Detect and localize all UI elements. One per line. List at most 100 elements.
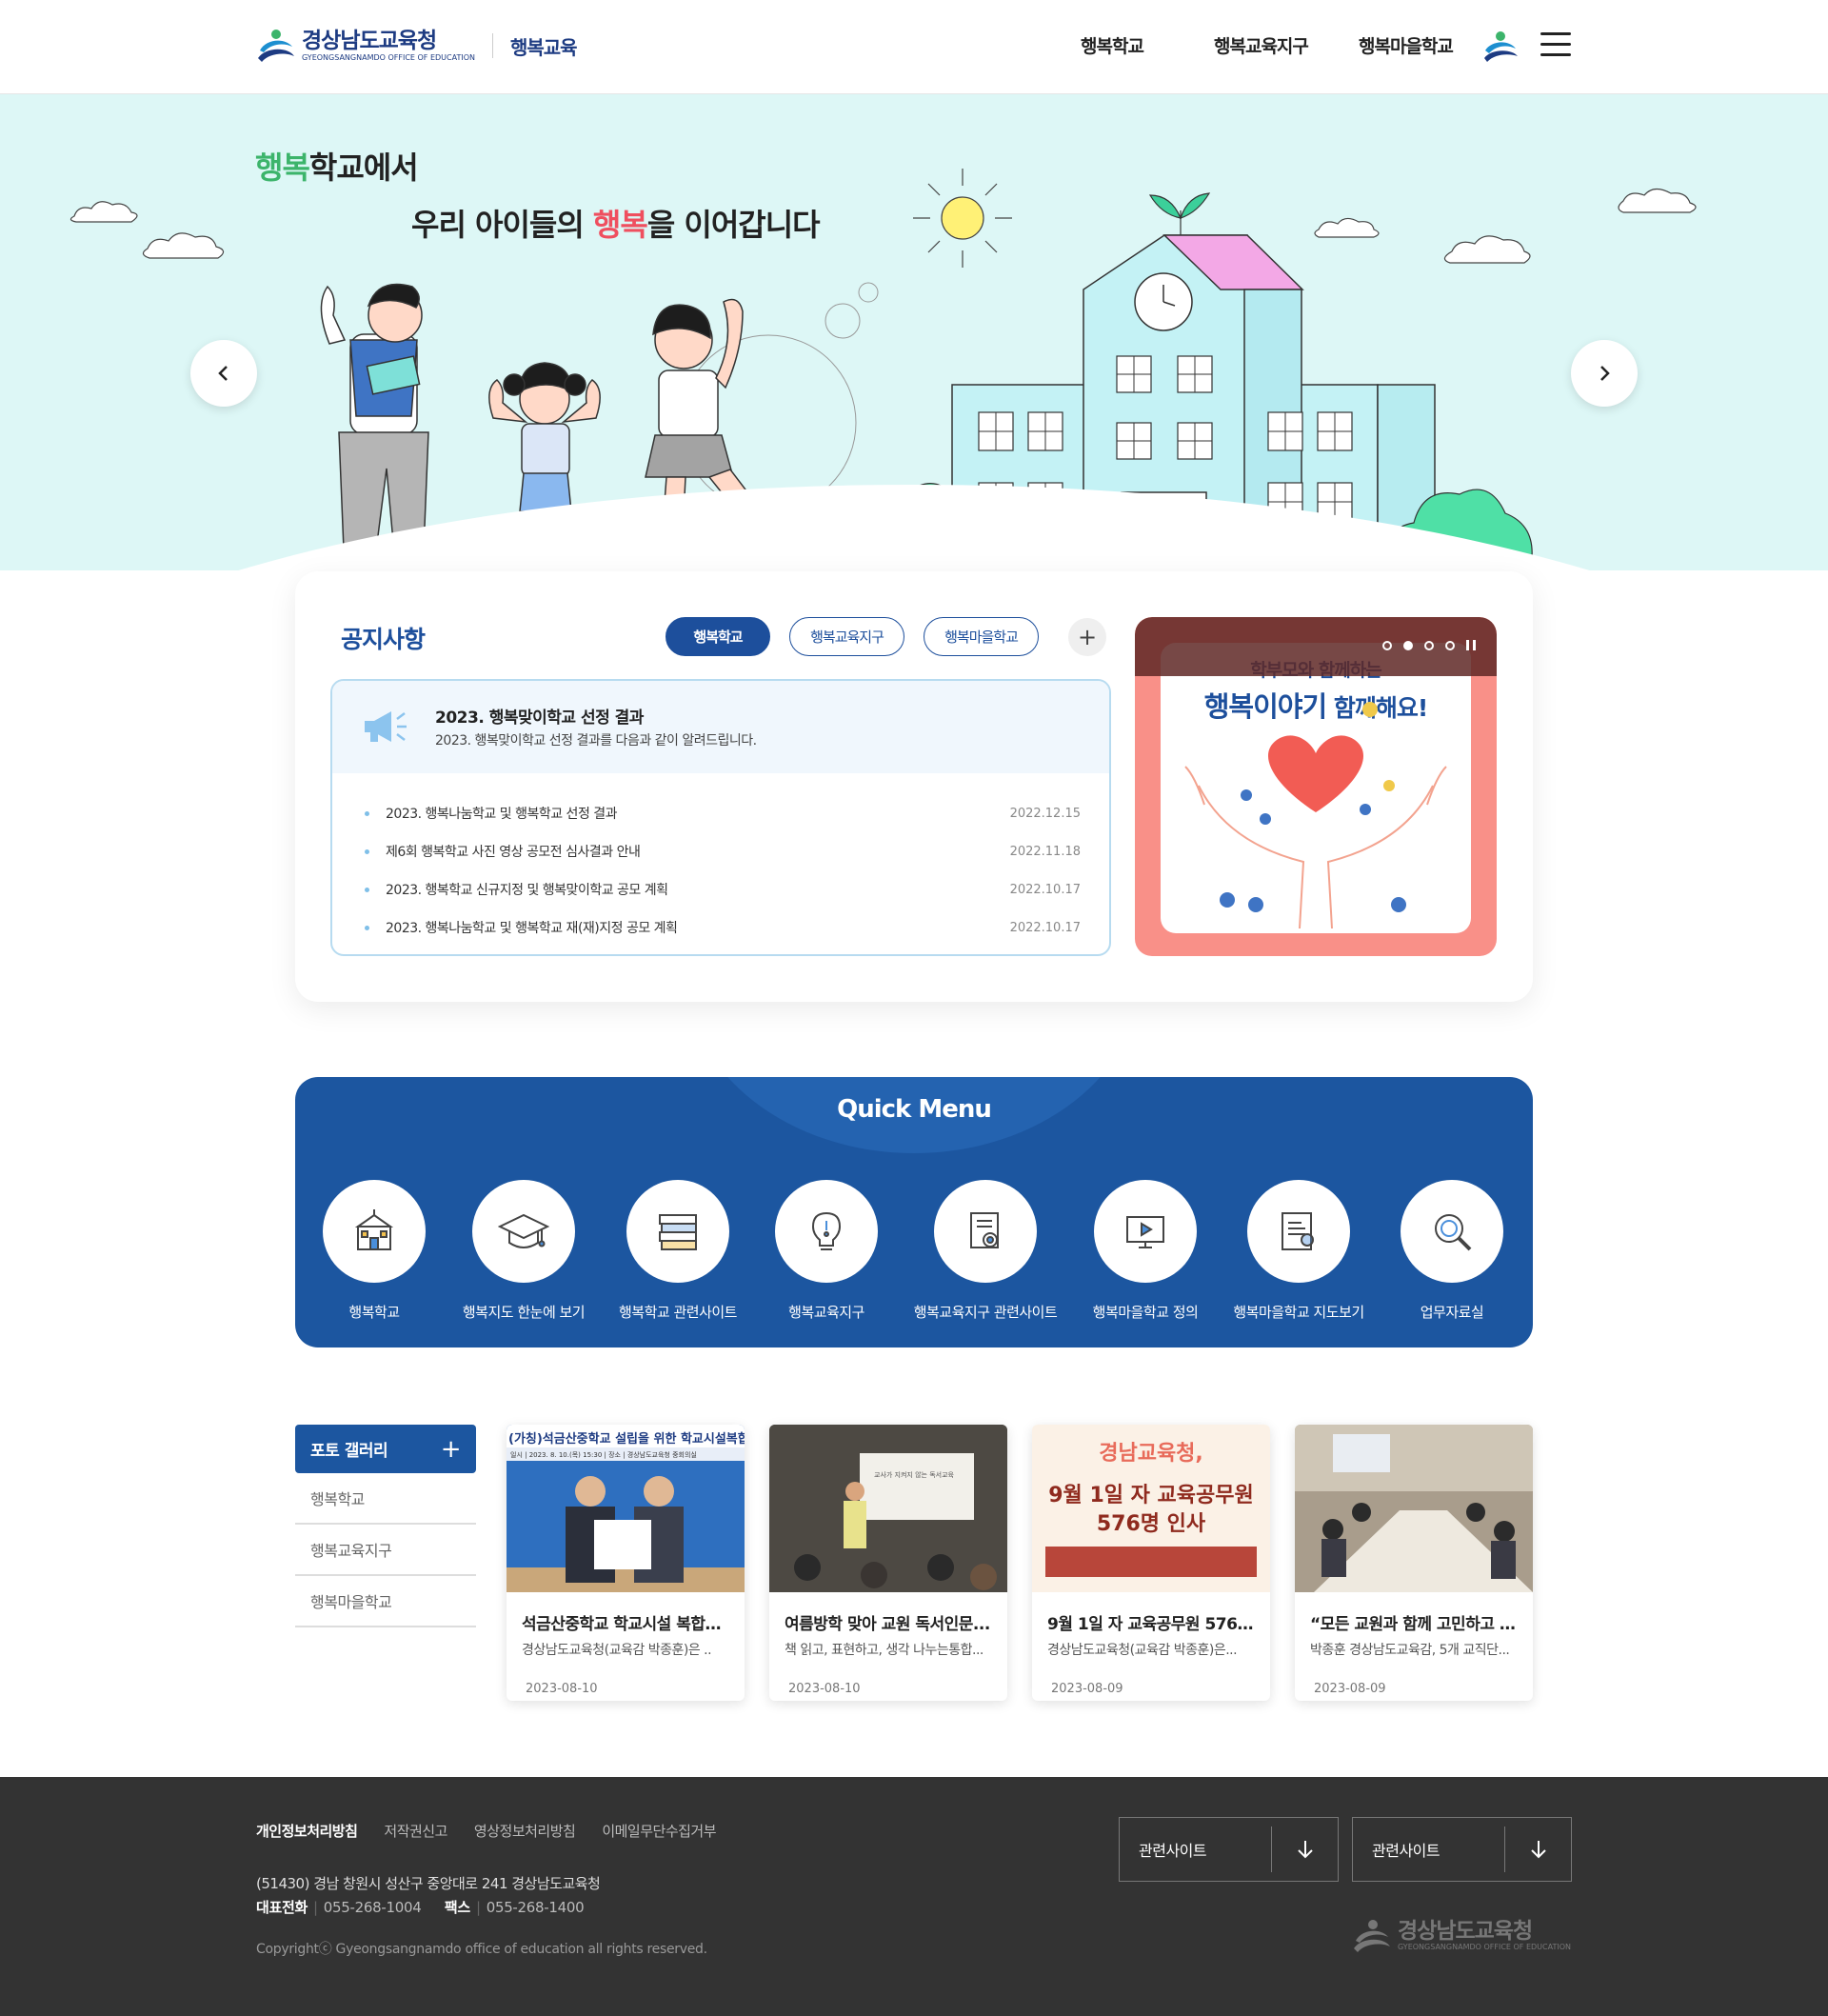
notice-item-title: 제6회 행복학교 사진 영상 공모전 심사결과 안내 <box>386 845 641 860</box>
gallery-thumbnail: 경남교육청, 9월 1일 자 교육공무원 576명 인사 <box>1032 1425 1270 1592</box>
notice-tabs: 행복학교 행복교육지구 행복마을학교 <box>666 617 1058 656</box>
gallery-card-date: 2023-08-10 <box>526 1682 598 1696</box>
gallery-title: 포토 갤러리 <box>310 1442 388 1461</box>
gallery-link-happy-school[interactable]: 행복학교 <box>295 1473 476 1525</box>
thumb-main-line1: 9월 1일 자 교육공무원 <box>1048 1484 1254 1507</box>
menu-icon[interactable] <box>1540 32 1571 59</box>
notice-list-box: 2023. 행복맞이학교 선정 결과 2023. 행복맞이학교 선정 결과를 다… <box>330 679 1111 956</box>
main-navigation: 행복학교 행복교육지구 행복마을학교 <box>1081 32 1487 58</box>
school-icon <box>354 1209 394 1250</box>
quick-menu: Quick Menu 행복학교 행복지도 한눈에 보기 행복학교 관련사이트 행… <box>295 1077 1533 1347</box>
arrow-down-icon <box>1297 1841 1313 1859</box>
quick-item-work-archive[interactable]: 업무자료실 <box>1357 1180 1533 1322</box>
notice-item-title: 2023. 행복나눔학교 및 행복학교 재(재)지정 공모 계획 <box>386 921 678 936</box>
books-icon <box>659 1214 697 1250</box>
chevron-left-icon <box>218 366 228 381</box>
footer-logo-korean: 경상남도교육청 <box>1398 1919 1533 1944</box>
logo-divider <box>491 33 493 58</box>
logo-english-text: GYEONGSANGNAMDO OFFICE OF EDUCATION <box>302 53 475 62</box>
banner-dot[interactable] <box>1424 640 1434 650</box>
thumb-main-line2: 576명 인사 <box>1096 1512 1206 1536</box>
hero-title-line1: 행복학교에서 <box>255 150 419 186</box>
gallery-title-button[interactable]: 포토 갤러리 + <box>295 1425 476 1473</box>
notice-tab-happy-edu-district[interactable]: 행복교육지구 <box>789 617 904 656</box>
arrow-down-icon <box>1530 1841 1546 1859</box>
gallery-card-date: 2023-08-09 <box>1314 1682 1386 1696</box>
hero-banner: 행복학교에서 우리 아이들의 행복을 이어갑니다 <box>0 94 1828 570</box>
notice-tab-happy-school[interactable]: 행복학교 <box>666 617 770 656</box>
gallery-card[interactable]: 경남교육청, 9월 1일 자 교육공무원 576명 인사 9월 1일 자 교육공… <box>1032 1425 1270 1701</box>
footer-logo-english: GYEONGSANGNAMDO OFFICE OF EDUCATION <box>1398 1943 1571 1951</box>
footer-link-copyright-report[interactable]: 저작권신고 <box>384 1821 447 1841</box>
footer-copyright: Copyrightⓒ Gyeongsangnamdo office of edu… <box>256 1942 707 1957</box>
banner-control-bar <box>1135 617 1497 676</box>
gallery-card[interactable]: (가칭)석금산중학교 설립을 위한 학교시설복합화 일시 | 2023. 8. … <box>507 1425 745 1701</box>
list-item[interactable]: 2023. 행복나눔학교 및 행복학교 재(재)지정 공모 계획 2022.10.… <box>365 908 1081 947</box>
gallery-card[interactable]: 교사가 지켜지 않는 독서교육 여름방학 맞아 교원 독서인문... 책 읽고,… <box>769 1425 1007 1701</box>
banner-dot-active[interactable] <box>1403 640 1413 650</box>
gallery-card-date: 2023-08-10 <box>788 1682 861 1696</box>
gallery-card-title: 석금산중학교 학교시설 복합화.. <box>522 1615 729 1634</box>
gallery-card-title: 9월 1일 자 교육공무원 576명... <box>1047 1615 1255 1634</box>
notice-item-title: 2023. 행복나눔학교 및 행복학교 선정 결과 <box>386 807 618 822</box>
pause-icon[interactable] <box>1466 640 1476 650</box>
site-name: 행복교육 <box>509 35 578 59</box>
banner-dot[interactable] <box>1445 640 1455 650</box>
gyeongnam-edu-logo-icon <box>258 30 294 62</box>
gallery-card-desc: 책 읽고, 표현하고, 생각 나누는통합... <box>785 1643 984 1658</box>
notice-tab-happy-village-school[interactable]: 행복마을학교 <box>924 617 1039 656</box>
gallery-card-desc: 경상남도교육청(교육감 박종훈)은 .. <box>522 1643 712 1658</box>
hero-prev-button[interactable] <box>190 340 257 407</box>
gallery-link-happy-village-school[interactable]: 행복마을학교 <box>295 1576 476 1627</box>
lightbulb-icon <box>811 1211 842 1250</box>
quick-item-label: 업무자료실 <box>1420 1304 1484 1321</box>
notice-item-date: 2022.11.18 <box>1009 844 1081 859</box>
chevron-right-icon <box>1600 366 1610 381</box>
hero-next-button[interactable] <box>1571 340 1638 407</box>
photo-people-icon <box>507 1476 745 1592</box>
gallery-card[interactable]: “모든 교원과 함께 고민하고 만... 박종훈 경상남도교육감, 5개 교직단… <box>1295 1425 1533 1701</box>
thumb-caption: 경남교육청, <box>1099 1442 1203 1466</box>
banner-dot[interactable] <box>1382 640 1392 650</box>
footer-address: (51430) 경남 창원시 성산구 중앙대로 241 경상남도교육청 <box>256 1875 601 1892</box>
nav-happy-village-school[interactable]: 행복마을학교 <box>1359 32 1487 58</box>
certificate-icon <box>970 1212 999 1248</box>
footer-link-video-policy[interactable]: 영상정보처리방침 <box>474 1821 576 1841</box>
plus-icon: + <box>440 1434 462 1464</box>
banner-pagination <box>1371 640 1476 650</box>
footer-contact: 대표전화 | 055-268-1004 팩스 | 055-268-1400 <box>256 1899 585 1916</box>
plus-icon: + <box>1077 624 1098 650</box>
nav-happy-school[interactable]: 행복학교 <box>1081 32 1214 58</box>
notice-title: 공지사항 <box>341 626 426 653</box>
featured-notice-title: 2023. 행복맞이학교 선정 결과 <box>435 709 644 728</box>
footer-links: 개인정보처리방침 저작권신고 영상정보처리방침 이메일무단수집거부 <box>256 1821 743 1841</box>
magnifier-icon <box>1435 1214 1472 1251</box>
gyeongnam-edu-logo-icon <box>1354 1920 1390 1952</box>
featured-notice-desc: 2023. 행복맞이학교 선정 결과를 다음과 같이 알려드립니다. <box>435 733 757 749</box>
footer-link-email-refusal[interactable]: 이메일무단수집거부 <box>602 1821 716 1841</box>
gallery-thumbnail <box>1295 1425 1533 1592</box>
hero-title-line2: 우리 아이들의 행복을 이어갑니다 <box>411 207 821 243</box>
notice-item-title: 2023. 행복학교 신규지정 및 행복맞이학교 공모 계획 <box>386 883 668 898</box>
gallery-link-happy-edu-district[interactable]: 행복교육지구 <box>295 1525 476 1576</box>
notice-more-button[interactable]: + <box>1068 618 1106 656</box>
gallery-sidebar: 포토 갤러리 + 행복학교 행복교육지구 행복마을학교 <box>295 1425 476 1627</box>
office-symbol-icon[interactable] <box>1481 28 1520 66</box>
list-item[interactable]: 2023. 행복나눔학교 및 행복학교 선정 결과 2022.12.15 <box>365 794 1081 832</box>
list-item[interactable]: 제6회 행복학교 사진 영상 공모전 심사결과 안내 2022.11.18 <box>365 832 1081 870</box>
select-label: 관련사이트 <box>1139 1842 1207 1860</box>
related-site-select-2[interactable]: 관련사이트 <box>1352 1817 1572 1882</box>
site-logo[interactable]: 경상남도교육청 GYEONGSANGNAMDO OFFICE OF EDUCAT… <box>256 26 578 66</box>
gallery-card-desc: 박종훈 경상남도교육감, 5개 교직단... <box>1310 1643 1510 1658</box>
related-site-select-1[interactable]: 관련사이트 <box>1119 1817 1339 1882</box>
footer-logo: 경상남도교육청 GYEONGSANGNAMDO OFFICE OF EDUCAT… <box>1352 1916 1571 1956</box>
nav-happy-edu-district[interactable]: 행복교육지구 <box>1214 32 1359 58</box>
banner-image: 학부모와 함께하는 행복이야기 함께해요! <box>1161 643 1471 933</box>
quick-menu-title: Quick Menu <box>837 1095 992 1124</box>
list-item[interactable]: 2023. 행복학교 신규지정 및 행복맞이학교 공모 계획 2022.10.17 <box>365 870 1081 908</box>
featured-notice[interactable]: 2023. 행복맞이학교 선정 결과 2023. 행복맞이학교 선정 결과를 다… <box>332 681 1109 773</box>
graduation-cap-icon <box>498 1213 549 1248</box>
promo-banner[interactable]: 학부모와 함께하는 행복이야기 함께해요! <box>1135 617 1497 956</box>
footer-link-privacy[interactable]: 개인정보처리방침 <box>256 1821 358 1841</box>
notice-item-date: 2022.10.17 <box>1009 882 1081 897</box>
